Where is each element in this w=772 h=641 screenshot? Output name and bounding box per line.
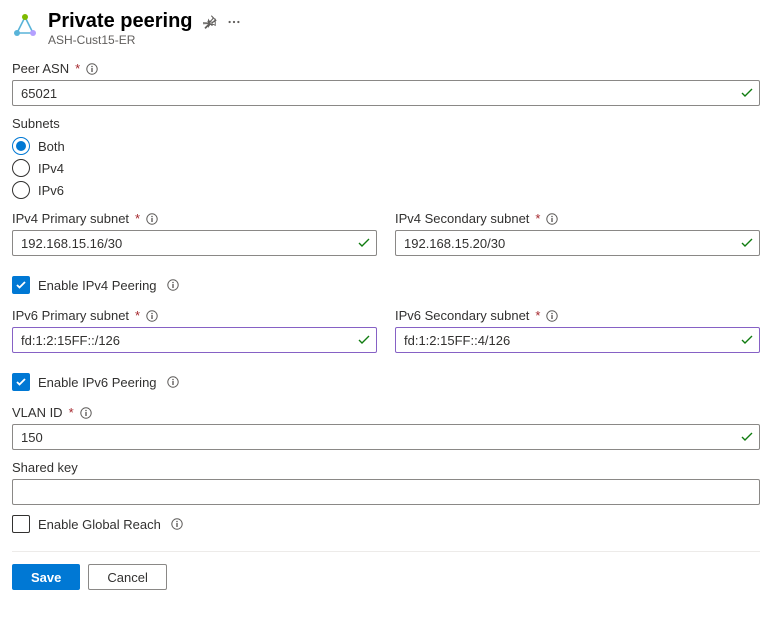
info-icon[interactable] xyxy=(167,279,179,291)
peer-asn-input[interactable] xyxy=(12,80,760,106)
global-reach-label: Enable Global Reach xyxy=(38,517,161,532)
page-title: Private peering xyxy=(48,10,193,33)
check-icon xyxy=(740,236,754,250)
footer-actions: Save Cancel xyxy=(12,564,760,590)
field-vlan-id: VLAN ID * xyxy=(12,405,760,450)
vlan-id-input[interactable] xyxy=(12,424,760,450)
shared-key-label: Shared key xyxy=(12,460,78,475)
info-icon[interactable] xyxy=(546,310,558,322)
ipv6-secondary-label: IPv6 Secondary subnet xyxy=(395,308,529,323)
info-icon[interactable] xyxy=(146,310,158,322)
field-ipv6-primary: IPv6 Primary subnet * xyxy=(12,308,377,353)
check-icon xyxy=(740,86,754,100)
required-marker: * xyxy=(135,308,140,323)
pin-icon[interactable] xyxy=(203,15,217,29)
info-icon[interactable] xyxy=(146,213,158,225)
checkbox-global-reach[interactable]: Enable Global Reach xyxy=(12,515,760,533)
save-button[interactable]: Save xyxy=(12,564,80,590)
checkbox-icon xyxy=(12,515,30,533)
radio-ipv6[interactable]: IPv6 xyxy=(12,179,760,201)
check-icon xyxy=(740,430,754,444)
info-icon[interactable] xyxy=(546,213,558,225)
radio-both[interactable]: Both xyxy=(12,135,760,157)
ipv4-secondary-label: IPv4 Secondary subnet xyxy=(395,211,529,226)
field-shared-key: Shared key xyxy=(12,460,760,505)
ipv6-secondary-input[interactable] xyxy=(395,327,760,353)
checkbox-enable-ipv6[interactable]: Enable IPv6 Peering xyxy=(12,373,760,391)
page-header: Private peering ASH-Cust15-ER xyxy=(12,10,760,47)
checkbox-icon xyxy=(12,276,30,294)
required-marker: * xyxy=(69,405,74,420)
required-marker: * xyxy=(535,308,540,323)
cancel-button[interactable]: Cancel xyxy=(88,564,166,590)
field-peer-asn: Peer ASN * xyxy=(12,61,760,106)
enable-ipv4-label: Enable IPv4 Peering xyxy=(38,278,157,293)
info-icon[interactable] xyxy=(80,407,92,419)
subnets-label: Subnets xyxy=(12,116,60,131)
vlan-id-label: VLAN ID xyxy=(12,405,63,420)
required-marker: * xyxy=(535,211,540,226)
field-ipv4-primary: IPv4 Primary subnet * xyxy=(12,211,377,256)
radio-ipv6-label: IPv6 xyxy=(38,183,64,198)
field-subnets: Subnets Both IPv4 IPv6 xyxy=(12,116,760,201)
checkbox-enable-ipv4[interactable]: Enable IPv4 Peering xyxy=(12,276,760,294)
form: Peer ASN * Subnets Both IPv4 xyxy=(12,61,760,590)
check-icon xyxy=(740,333,754,347)
checkbox-icon xyxy=(12,373,30,391)
radio-both-label: Both xyxy=(38,139,65,154)
ipv4-secondary-input[interactable] xyxy=(395,230,760,256)
required-marker: * xyxy=(135,211,140,226)
ipv4-primary-input[interactable] xyxy=(12,230,377,256)
ipv6-primary-label: IPv6 Primary subnet xyxy=(12,308,129,323)
peer-asn-label: Peer ASN xyxy=(12,61,69,76)
radio-ipv4[interactable]: IPv4 xyxy=(12,157,760,179)
ipv6-primary-input[interactable] xyxy=(12,327,377,353)
info-icon[interactable] xyxy=(171,518,183,530)
page-subtitle: ASH-Cust15-ER xyxy=(48,33,241,47)
required-marker: * xyxy=(75,61,80,76)
peering-icon xyxy=(12,14,38,40)
info-icon[interactable] xyxy=(86,63,98,75)
ipv4-primary-label: IPv4 Primary subnet xyxy=(12,211,129,226)
divider xyxy=(12,551,760,552)
radio-ipv4-label: IPv4 xyxy=(38,161,64,176)
check-icon xyxy=(357,333,371,347)
info-icon[interactable] xyxy=(167,376,179,388)
enable-ipv6-label: Enable IPv6 Peering xyxy=(38,375,157,390)
check-icon xyxy=(357,236,371,250)
more-icon[interactable] xyxy=(227,15,241,29)
shared-key-input[interactable] xyxy=(12,479,760,505)
field-ipv6-secondary: IPv6 Secondary subnet * xyxy=(395,308,760,353)
field-ipv4-secondary: IPv4 Secondary subnet * xyxy=(395,211,760,256)
